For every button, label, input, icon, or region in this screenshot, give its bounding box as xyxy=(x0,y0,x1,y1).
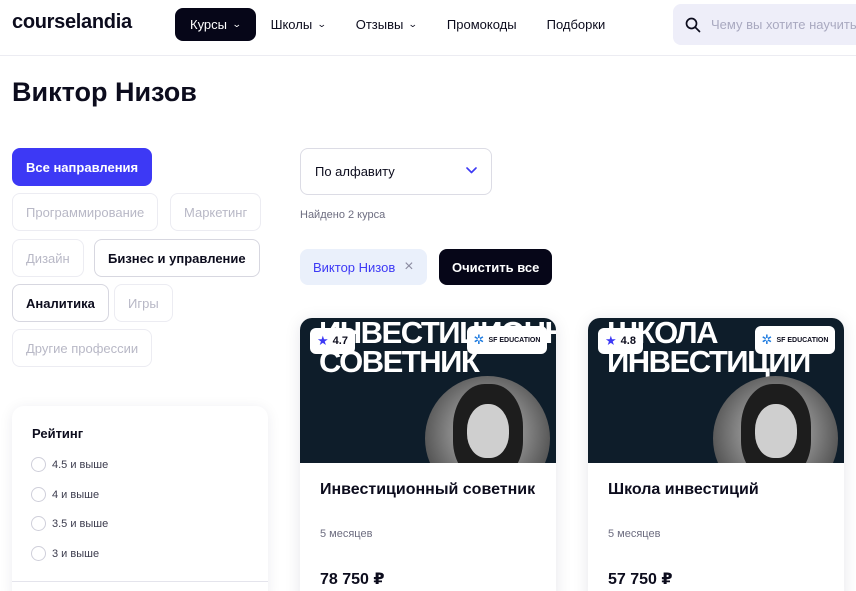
course-price: 78 750 ₽ xyxy=(320,571,385,588)
course-card[interactable]: ИНВЕСТИЦИОННЫЙ СОВЕТНИК ★ 4.7 ✲ SF EDUCA… xyxy=(300,318,556,591)
rating-filter-panel: Рейтинг 4.5 и выше 4 и выше 3.5 и выше 3… xyxy=(12,406,268,591)
chevron-down-icon: ⌄ xyxy=(408,19,419,29)
rating-option-label: 3 и выше xyxy=(52,547,100,560)
close-icon[interactable]: × xyxy=(404,259,413,275)
rating-option-label: 4 и выше xyxy=(52,488,100,501)
radio-button[interactable] xyxy=(31,457,46,472)
school-badge[interactable]: ✲ SF EDUCATION xyxy=(467,326,547,354)
nav-item-promocodes[interactable]: Промокоды xyxy=(432,8,532,41)
course-duration: 5 месяцев xyxy=(320,528,373,540)
course-title[interactable]: Школа инвестиций xyxy=(608,481,759,499)
nav-label: Промокоды xyxy=(446,17,517,32)
rating-option-label: 4.5 и выше xyxy=(52,458,109,471)
chevron-down-icon: ⌄ xyxy=(231,19,242,29)
rating-badge: ★ 4.8 xyxy=(598,328,643,354)
rating-option-4-5[interactable]: 4.5 и выше xyxy=(31,457,108,472)
instructor-photo xyxy=(713,376,838,463)
course-image[interactable]: ШКОЛА ИНВЕСТИЦИЙ ★ 4.8 ✲ SF EDUCATION xyxy=(588,318,844,463)
sort-selected-value: По алфавиту xyxy=(315,164,395,179)
school-logo-icon: ✲ xyxy=(473,332,485,347)
category-programming[interactable]: Программирование xyxy=(12,193,159,231)
rating-badge: ★ 4.7 xyxy=(310,328,355,354)
category-games[interactable]: Игры xyxy=(114,284,173,322)
nav-label: Подборки xyxy=(546,17,606,32)
logo-text: courselandia xyxy=(12,11,132,33)
rating-value: 4.7 xyxy=(332,335,348,347)
school-badge[interactable]: ✲ SF EDUCATION xyxy=(755,326,835,354)
category-business[interactable]: Бизнес и управление xyxy=(94,239,260,277)
site-header: courselandia Курсы ⌄ Школы ⌄ Отзывы ⌄ Пр… xyxy=(0,0,856,56)
course-duration: 5 месяцев xyxy=(608,528,661,540)
chevron-down-icon xyxy=(466,167,477,174)
category-design[interactable]: Дизайн xyxy=(12,239,84,277)
course-card[interactable]: ШКОЛА ИНВЕСТИЦИЙ ★ 4.8 ✲ SF EDUCATION Шк… xyxy=(588,318,844,591)
chevron-down-icon: ⌄ xyxy=(317,19,327,29)
clear-all-button[interactable]: Очистить все xyxy=(439,249,553,285)
category-analytics[interactable]: Аналитика xyxy=(12,284,109,322)
rating-option-4[interactable]: 4 и выше xyxy=(31,487,99,502)
search-input[interactable] xyxy=(711,17,856,32)
active-filter-chip[interactable]: Виктор Низов × xyxy=(300,249,427,285)
nav-label: Школы xyxy=(270,17,313,32)
category-marketing[interactable]: Маркетинг xyxy=(170,193,262,231)
nav-item-schools[interactable]: Школы ⌄ xyxy=(256,8,341,41)
nav-label: Курсы xyxy=(190,17,228,32)
school-name: SF EDUCATION xyxy=(488,336,541,344)
site-logo[interactable]: courselandia xyxy=(12,11,132,34)
radio-button[interactable] xyxy=(31,516,46,531)
rating-value: 4.8 xyxy=(620,335,636,347)
results-count: Найдено 2 курса xyxy=(300,209,386,221)
star-icon: ★ xyxy=(605,333,617,348)
search-icon xyxy=(685,17,701,32)
rating-option-label: 3.5 и выше xyxy=(52,517,109,530)
radio-button[interactable] xyxy=(31,487,46,502)
rating-option-3-5[interactable]: 3.5 и выше xyxy=(31,516,108,531)
rating-filter-title: Рейтинг xyxy=(32,426,84,441)
rating-option-3[interactable]: 3 и выше xyxy=(31,546,99,561)
school-logo-icon: ✲ xyxy=(761,332,773,347)
course-image[interactable]: ИНВЕСТИЦИОННЫЙ СОВЕТНИК ★ 4.7 ✲ SF EDUCA… xyxy=(300,318,556,463)
page-title: Виктор Низов xyxy=(12,77,197,107)
main-nav: Курсы ⌄ Школы ⌄ Отзывы ⌄ Промокоды Подбо… xyxy=(175,8,620,41)
nav-item-reviews[interactable]: Отзывы ⌄ xyxy=(341,8,432,41)
course-title[interactable]: Инвестиционный советник xyxy=(320,481,535,499)
radio-button[interactable] xyxy=(31,546,46,561)
chip-label: Виктор Низов xyxy=(313,259,396,275)
course-price: 57 750 ₽ xyxy=(608,571,673,588)
sort-select[interactable]: По алфавиту xyxy=(300,148,492,195)
category-all[interactable]: Все направления xyxy=(12,148,153,186)
school-name: SF EDUCATION xyxy=(776,336,829,344)
nav-item-collections[interactable]: Подборки xyxy=(532,8,621,41)
nav-label: Отзывы xyxy=(355,17,404,32)
nav-item-courses[interactable]: Курсы ⌄ xyxy=(175,8,256,41)
divider xyxy=(12,581,268,582)
star-icon: ★ xyxy=(317,333,329,348)
category-other[interactable]: Другие профессии xyxy=(12,329,153,367)
instructor-photo xyxy=(425,376,550,463)
search-box[interactable] xyxy=(673,4,856,45)
